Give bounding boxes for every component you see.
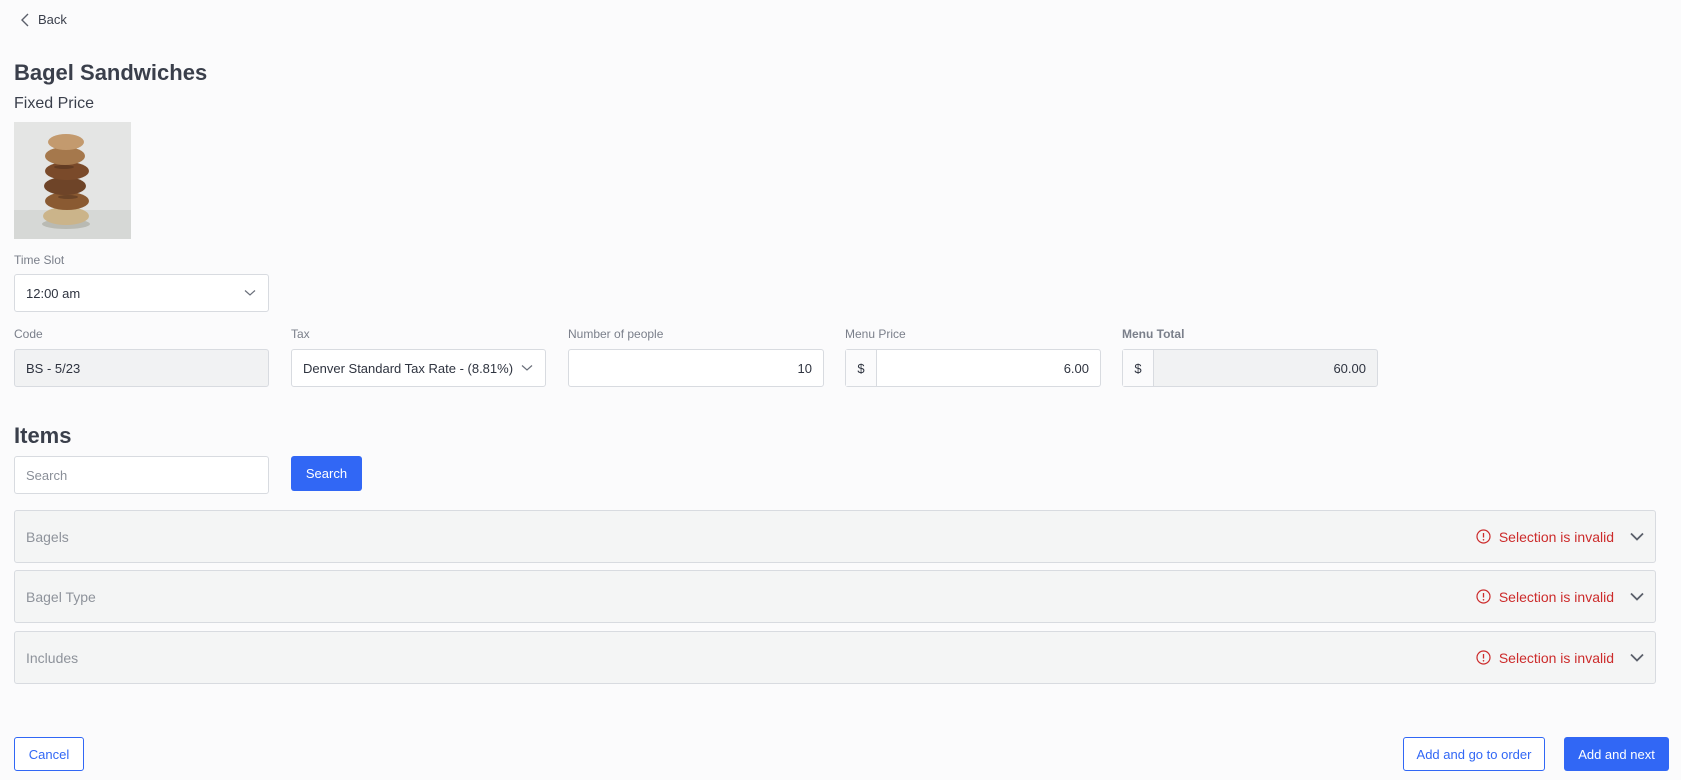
- currency-prefix: $: [1123, 350, 1154, 386]
- section-includes[interactable]: Includes Selection is invalid: [14, 631, 1656, 684]
- section-bagel-type[interactable]: Bagel Type Selection is invalid: [14, 570, 1656, 623]
- chevron-down-icon[interactable]: [1630, 653, 1644, 662]
- info-circle-icon: [1476, 529, 1491, 544]
- time-slot-label: Time Slot: [14, 253, 65, 267]
- menu-price-input[interactable]: $ 6.00: [845, 349, 1101, 387]
- section-bagels[interactable]: Bagels Selection is invalid: [14, 510, 1656, 563]
- product-image: [14, 122, 131, 239]
- page-title: Bagel Sandwiches: [14, 60, 208, 85]
- chevron-down-icon: [244, 290, 256, 296]
- validation-text: Selection is invalid: [1498, 528, 1614, 545]
- validation-error: Selection is invalid: [1476, 650, 1614, 666]
- time-slot-select[interactable]: 12:00 am: [14, 274, 269, 312]
- time-slot-value: 12:00 am: [26, 285, 81, 301]
- chevron-down-icon: [521, 365, 533, 371]
- tax-value: Denver Standard Tax Rate - (8.81%): [303, 360, 514, 376]
- validation-text: Selection is invalid: [1498, 649, 1614, 666]
- menu-total-field: $ 60.00: [1122, 349, 1378, 387]
- validation-text: Selection is invalid: [1498, 588, 1614, 605]
- validation-error: Selection is invalid: [1476, 589, 1614, 605]
- chevron-down-icon[interactable]: [1630, 532, 1644, 541]
- menu-price-value: 6.00: [1063, 360, 1089, 376]
- cancel-button[interactable]: Cancel: [14, 737, 84, 771]
- section-name: Bagel Type: [26, 588, 96, 605]
- info-circle-icon: [1476, 650, 1491, 665]
- currency-prefix: $: [846, 350, 877, 386]
- validation-error: Selection is invalid: [1476, 529, 1614, 545]
- tax-label: Tax: [291, 327, 310, 341]
- people-input[interactable]: 10: [568, 349, 824, 387]
- section-name: Bagels: [26, 528, 69, 545]
- menu-total-label: Menu Total: [1122, 327, 1185, 341]
- code-value: BS - 5/23: [26, 360, 81, 376]
- chevron-left-icon: [21, 13, 29, 26]
- add-and-go-to-order-button[interactable]: Add and go to order: [1403, 737, 1545, 771]
- code-field: BS - 5/23: [14, 349, 269, 387]
- add-and-next-button[interactable]: Add and next: [1564, 737, 1669, 771]
- menu-total-value: 60.00: [1333, 360, 1366, 376]
- section-name: Includes: [26, 649, 79, 666]
- menu-price-label: Menu Price: [845, 327, 906, 341]
- items-search-input[interactable]: [14, 456, 269, 494]
- info-circle-icon: [1476, 589, 1491, 604]
- pricing-type: Fixed Price: [14, 95, 95, 112]
- people-label: Number of people: [568, 327, 664, 341]
- chevron-down-icon[interactable]: [1630, 592, 1644, 601]
- back-link[interactable]: Back: [20, 12, 67, 27]
- code-label: Code: [14, 327, 43, 341]
- people-value: 10: [797, 360, 812, 376]
- search-button[interactable]: Search: [291, 456, 362, 491]
- items-heading: Items: [14, 423, 72, 448]
- tax-select[interactable]: Denver Standard Tax Rate - (8.81%): [291, 349, 546, 387]
- back-label: Back: [38, 12, 67, 27]
